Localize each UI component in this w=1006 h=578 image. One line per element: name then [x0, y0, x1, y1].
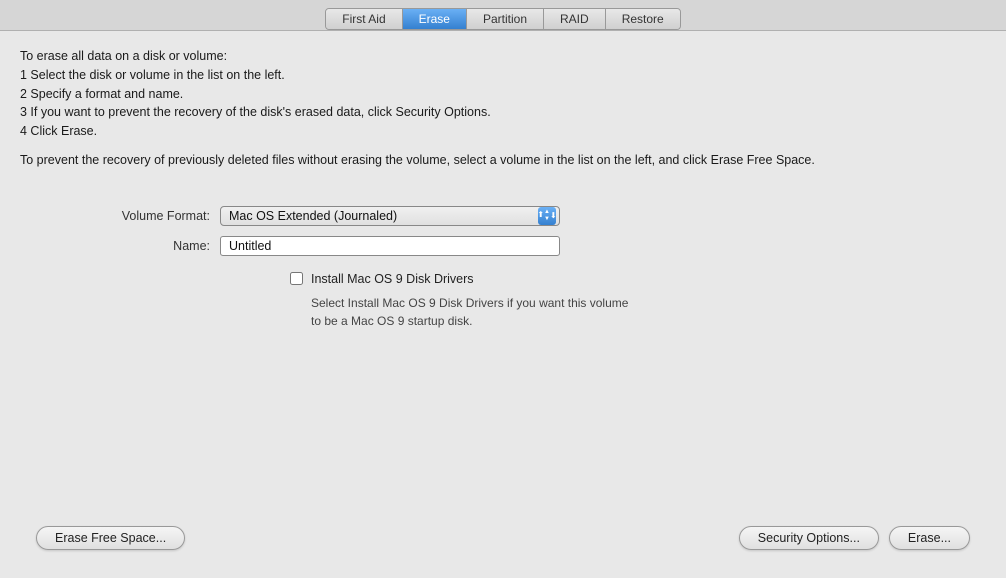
tab-bar: First Aid Erase Partition RAID Restore	[0, 0, 1006, 31]
install-mac-os9-label: Install Mac OS 9 Disk Drivers	[311, 272, 474, 286]
instruction-line4: 3 If you want to prevent the recovery of…	[20, 105, 491, 119]
instructions-section: To erase all data on a disk or volume: 1…	[20, 47, 986, 180]
install-mac-os9-checkbox[interactable]	[290, 272, 303, 285]
volume-format-select[interactable]: Mac OS Extended (Journaled) Mac OS Exten…	[220, 206, 560, 226]
content-area: To erase all data on a disk or volume: 1…	[0, 31, 1006, 578]
instruction-line3: 2 Specify a format and name.	[20, 87, 183, 101]
name-row: Name:	[80, 236, 560, 256]
disk-utility-window: First Aid Erase Partition RAID Restore T…	[0, 0, 1006, 578]
instruction-line5: 4 Click Erase.	[20, 124, 97, 138]
tab-container: First Aid Erase Partition RAID Restore	[325, 8, 680, 30]
button-right-group: Security Options... Erase...	[739, 526, 970, 550]
name-input[interactable]	[220, 236, 560, 256]
security-options-button[interactable]: Security Options...	[739, 526, 879, 550]
name-label: Name:	[80, 239, 210, 253]
erase-button[interactable]: Erase...	[889, 526, 970, 550]
erase-free-space-button[interactable]: Erase Free Space...	[36, 526, 185, 550]
checkbox-row: Install Mac OS 9 Disk Drivers	[290, 272, 986, 286]
tab-raid[interactable]: RAID	[544, 9, 606, 29]
tab-partition[interactable]: Partition	[467, 9, 544, 29]
instruction-line6: To prevent the recovery of previously de…	[20, 153, 815, 167]
volume-format-row: Volume Format: Mac OS Extended (Journale…	[80, 206, 560, 226]
button-left-group: Erase Free Space...	[36, 526, 185, 550]
tab-erase[interactable]: Erase	[403, 9, 467, 29]
tab-restore[interactable]: Restore	[606, 9, 680, 29]
instruction-line1: To erase all data on a disk or volume:	[20, 49, 227, 63]
instruction-line2: 1 Select the disk or volume in the list …	[20, 68, 285, 82]
checkbox-description: Select Install Mac OS 9 Disk Drivers if …	[311, 294, 641, 330]
button-bar: Erase Free Space... Security Options... …	[20, 516, 986, 564]
form-section: Volume Format: Mac OS Extended (Journale…	[80, 206, 986, 266]
volume-format-label: Volume Format:	[80, 209, 210, 223]
volume-format-wrapper: Mac OS Extended (Journaled) Mac OS Exten…	[220, 206, 560, 226]
spacer	[20, 330, 986, 517]
tab-first-aid[interactable]: First Aid	[326, 9, 402, 29]
checkbox-section: Install Mac OS 9 Disk Drivers Select Ins…	[290, 272, 986, 330]
